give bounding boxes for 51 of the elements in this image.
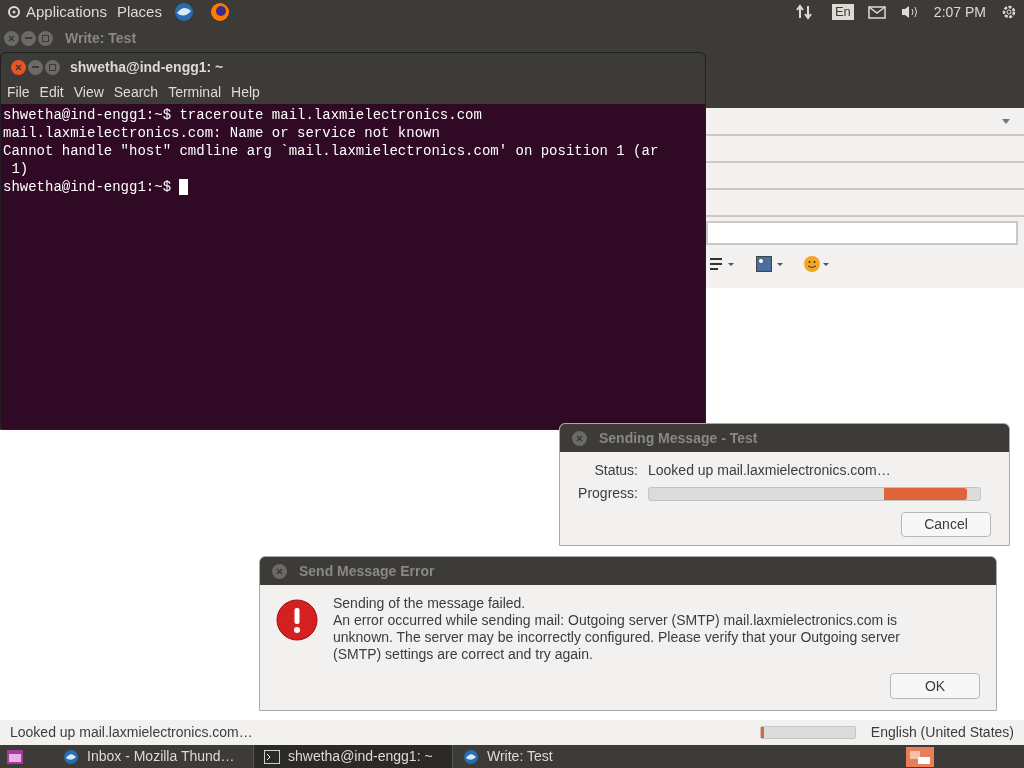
terminal-line: Cannot handle "host" cmdline arg `mail.laxmielectronics.com' on position 1 (ar	[3, 142, 659, 160]
menu-item[interactable]: Search	[113, 82, 159, 103]
window-title: Write: Test	[65, 28, 137, 48]
clock[interactable]: 2:07 PM	[933, 1, 986, 23]
error-message: An error occurred while sending mail: Outgoing server (SMTP) mail.laxmielectronics.com is unknown. The server may be incorrectly configured. Please verify that your Outgoing server (SMTP) settings are correct and try again.	[333, 612, 901, 663]
window-controls-icon[interactable]	[11, 59, 60, 75]
menu-item[interactable]: Terminal	[168, 82, 222, 103]
menu-item[interactable]: View	[73, 82, 104, 103]
taskbar-button[interactable]: Write: Test	[453, 745, 653, 768]
error-heading: Sending of the message failed.	[333, 595, 527, 612]
status-text: Looked up mail.laxmielectronics.com…	[648, 461, 892, 480]
menu-item[interactable]: Edit	[39, 82, 64, 103]
terminal-icon	[264, 749, 280, 764]
show-desktop-icon[interactable]	[7, 749, 23, 764]
align-text-icon[interactable]	[710, 258, 736, 270]
mail-client-icon	[63, 748, 79, 765]
mail-client-icon	[463, 748, 479, 765]
dialog-title: Send Message Error	[299, 561, 435, 581]
cancel-button[interactable]: Cancel	[901, 512, 991, 537]
progress-label: Progress:	[577, 484, 638, 503]
terminal-line: shwetha@ind-engg1:~$ traceroute mail.laxmielectronics.com	[3, 106, 482, 124]
status-text: Looked up mail.laxmielectronics.com…	[10, 723, 253, 742]
terminal-prompt: shwetha@ind-engg1:~$	[3, 178, 173, 196]
insert-image-icon[interactable]	[756, 256, 784, 272]
menu-item[interactable]: Help	[231, 82, 260, 103]
network-arrows-icon[interactable]	[795, 4, 812, 20]
workspace-switcher-icon[interactable]	[906, 746, 934, 767]
terminal-line: 1)	[10, 160, 29, 178]
web-browser-icon[interactable]	[209, 2, 230, 22]
subject-field[interactable]	[706, 221, 1018, 245]
terminal-line: mail.laxmielectronics.com: Name or service not known	[3, 124, 440, 142]
menu-item[interactable]: File	[7, 82, 30, 103]
error-icon	[276, 599, 318, 641]
settings-icon[interactable]	[1000, 3, 1018, 21]
keyboard-layout-indicator[interactable]: En	[831, 4, 854, 20]
window-title: shwetha@ind-engg1: ~	[70, 57, 224, 77]
taskbar-button[interactable]: shwetha@ind-engg1: ~	[253, 745, 453, 768]
panel-menu[interactable]: Applications	[26, 0, 107, 24]
volume-icon[interactable]	[899, 4, 920, 20]
panel-menu[interactable]: Places	[116, 0, 162, 24]
status-label: Status:	[593, 461, 638, 480]
taskbar-button[interactable]: Inbox - Mozilla Thund…	[53, 745, 253, 768]
envelope-icon[interactable]	[867, 5, 886, 19]
smiley-icon[interactable]	[804, 255, 830, 273]
text-cursor	[179, 179, 189, 195]
dropdown-arrow-icon[interactable]	[1002, 118, 1010, 124]
ubuntu-logo-icon[interactable]	[8, 6, 20, 18]
mail-client-icon[interactable]	[173, 2, 194, 22]
language-indicator[interactable]: English (United States)	[870, 722, 1014, 743]
ok-button[interactable]: OK	[890, 673, 980, 699]
dialog-title: Sending Message - Test	[599, 428, 758, 448]
